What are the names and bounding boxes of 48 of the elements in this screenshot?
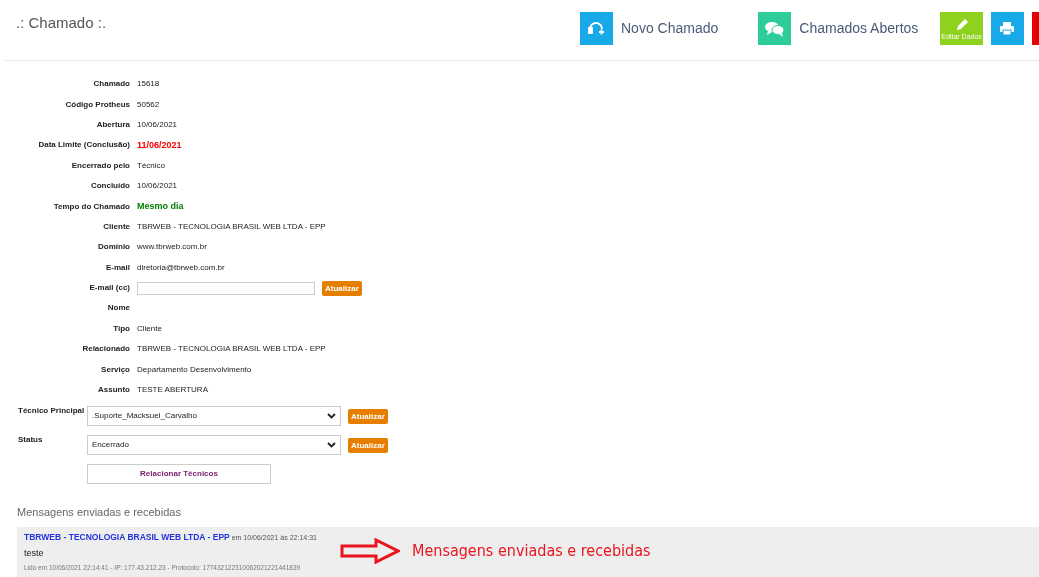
field-value: 10/06/2021 — [137, 118, 178, 131]
field-label: E-mail — [105, 261, 131, 274]
print-button[interactable] — [990, 12, 1024, 45]
printer-icon — [999, 21, 1016, 36]
message-text: teste — [24, 546, 44, 560]
field-label: Cliente — [102, 220, 131, 233]
field-label: Nome — [106, 302, 131, 315]
field-label: Tempo do Chamado — [52, 200, 131, 213]
pencil-icon — [954, 17, 969, 32]
field-value: diretoria@tbrweb.com.br — [137, 261, 225, 274]
field-label: Data Limite (Conclusão) — [37, 139, 131, 152]
field-label: Status — [17, 434, 44, 447]
section-title: Mensagens enviadas e recebidas — [17, 505, 182, 521]
field-value: Cliente — [137, 322, 162, 335]
field-value: TBRWEB - TECNOLOGIA BRASIL WEB LTDA - EPP — [137, 220, 326, 233]
field-value: 11/06/2021 — [137, 138, 182, 152]
field-value: 50562 — [137, 98, 160, 111]
field-label: E-mail (cc) — [88, 282, 131, 295]
field-label: Encerrado pelo — [70, 159, 131, 172]
field-label: Domínio — [97, 241, 131, 254]
page-title: .: Chamado :. — [16, 13, 107, 33]
chevron-down-icon — [327, 442, 336, 449]
field-label: Concluído — [89, 180, 131, 193]
field-label: Relacionado — [81, 343, 131, 356]
select-field[interactable]: Encerrado — [87, 435, 341, 456]
field-label: Técnico Principal — [17, 405, 86, 418]
field-value: TBRWEB - TECNOLOGIA BRASIL WEB LTDA - EPP — [137, 343, 326, 356]
support-button[interactable]: Novo Chamado — [580, 12, 719, 45]
select-field[interactable]: .Suporte_Macksuel_Carvalho — [87, 406, 341, 427]
chevron-down-icon — [327, 413, 336, 420]
annotation-text: Mensagens enviadas e recebidas — [412, 539, 651, 562]
field-label: Abertura — [95, 118, 131, 131]
chat-button[interactable]: Chamados Abertos — [758, 12, 919, 45]
field-label: Código Protheus — [64, 98, 131, 111]
field-value: 10/06/2021 — [137, 180, 178, 193]
field-value: TESTE ABERTURA — [137, 384, 208, 397]
field-value: www.tbrweb.com.br — [137, 241, 207, 254]
input-field[interactable] — [137, 281, 315, 295]
field-value: Mesmo dia — [137, 199, 184, 213]
field-value: Técnico — [137, 159, 165, 172]
field-value: 15618 — [137, 78, 160, 91]
field-label: Tipo — [112, 322, 131, 335]
arrow-icon — [340, 537, 400, 564]
field-label: Chamado — [92, 78, 131, 91]
relate-technicians-button[interactable]: Relacionar Técnicos — [87, 464, 271, 485]
field-value: Departamento Desenvolvimento — [137, 363, 252, 376]
field-label: Assunto — [97, 384, 131, 397]
field-label: Serviço — [100, 363, 131, 376]
